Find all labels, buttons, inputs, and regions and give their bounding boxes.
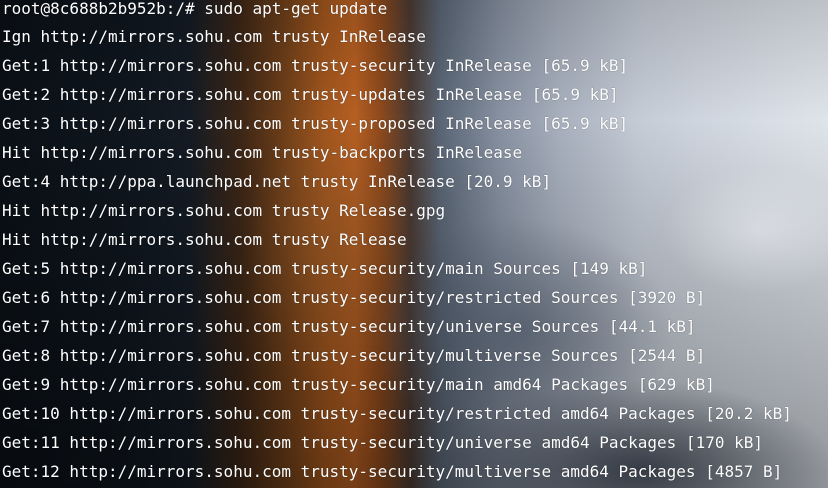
output-line: Get:6 http://mirrors.sohu.com trusty-sec…: [2, 288, 706, 307]
output-line: Get:4 http://ppa.launchpad.net trusty In…: [2, 172, 552, 191]
output-line: Get:12 http://mirrors.sohu.com trusty-se…: [2, 462, 783, 481]
output-line: Hit http://mirrors.sohu.com trusty Relea…: [2, 201, 446, 220]
output-line: Get:1 http://mirrors.sohu.com trusty-sec…: [2, 56, 629, 75]
output-line: Get:11 http://mirrors.sohu.com trusty-se…: [2, 433, 763, 452]
output-line: Get:2 http://mirrors.sohu.com trusty-upd…: [2, 85, 619, 104]
output-line: Hit http://mirrors.sohu.com trusty-backp…: [2, 143, 523, 162]
command-prompt-line[interactable]: root@8c688b2b952b:/# sudo apt-get update: [2, 0, 792, 22]
terminal-window[interactable]: root@8c688b2b952b:/# sudo apt-get update…: [0, 0, 828, 488]
output-line: Get:5 http://mirrors.sohu.com trusty-sec…: [2, 259, 648, 278]
output-line: Get:9 http://mirrors.sohu.com trusty-sec…: [2, 375, 715, 394]
output-line: Hit http://mirrors.sohu.com trusty Relea…: [2, 230, 407, 249]
output-line: Get:8 http://mirrors.sohu.com trusty-sec…: [2, 346, 706, 365]
output-line: Get:7 http://mirrors.sohu.com trusty-sec…: [2, 317, 696, 336]
output-line: Get:3 http://mirrors.sohu.com trusty-pro…: [2, 114, 629, 133]
output-line: Ign http://mirrors.sohu.com trusty InRel…: [2, 27, 426, 46]
output-line: Get:10 http://mirrors.sohu.com trusty-se…: [2, 404, 792, 423]
terminal-output: root@8c688b2b952b:/# sudo apt-get update…: [2, 0, 792, 486]
